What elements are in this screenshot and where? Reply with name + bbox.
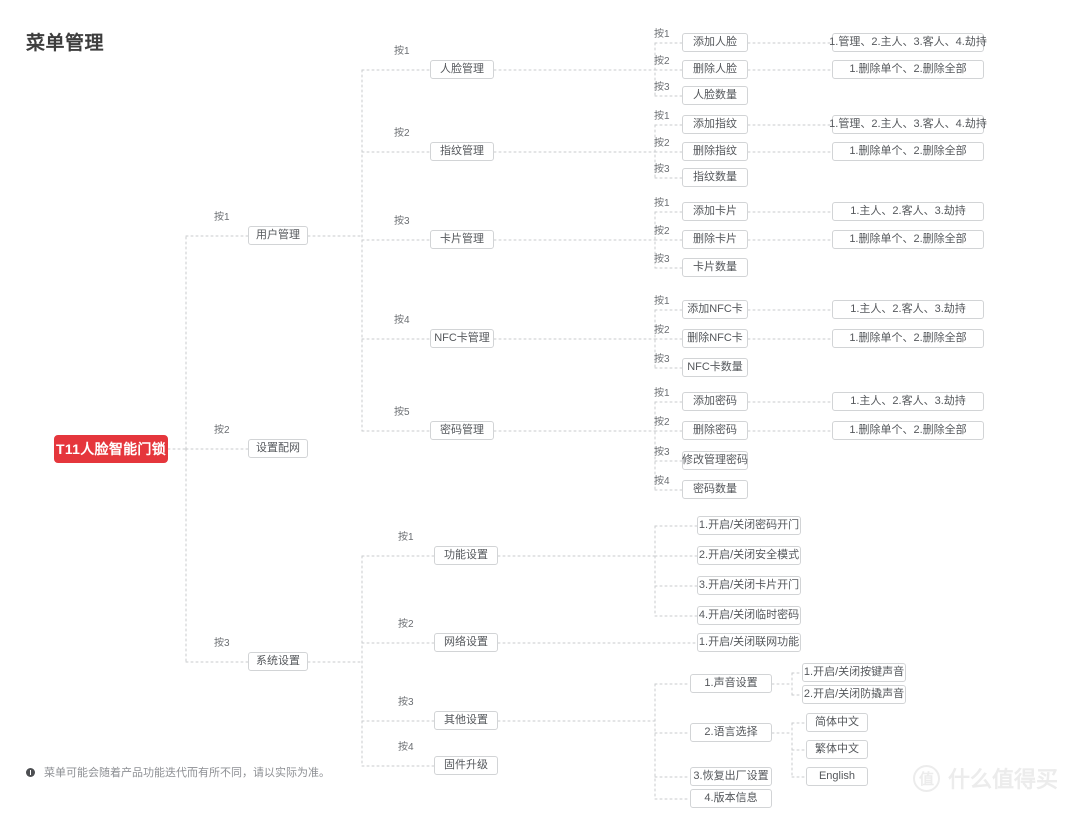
node-fingerprint-count[interactable]: 指纹数量 [682,168,748,187]
node-face-count[interactable]: 人脸数量 [682,86,748,105]
node-add-face[interactable]: 添加人脸 [682,33,748,52]
key-label-system-settings: 按3 [214,638,230,649]
node-add-nfc-card[interactable]: 添加NFC卡 [682,300,748,319]
node-language-simplified-chinese[interactable]: 简体中文 [806,713,868,732]
key-label-password-mgmt: 按5 [394,407,410,418]
key-label-delete-face: 按2 [654,56,670,67]
node-delete-fingerprint[interactable]: 删除指纹 [682,142,748,161]
node-password-count[interactable]: 密码数量 [682,480,748,499]
node-language-selection[interactable]: 2.语言选择 [690,723,772,742]
mindmap-canvas: 菜单管理 T11人脸智能门锁 按1 用户管理 按2 设置配网 按3 系统设置 按… [0,0,1080,814]
node-nfc-add-roles[interactable]: 1.主人、2.客人、3.劫持 [832,300,984,319]
node-sound-settings[interactable]: 1.声音设置 [690,674,772,693]
node-nfc-card-count[interactable]: NFC卡数量 [682,358,748,377]
node-fingerprint-delete-options[interactable]: 1.删除单个、2.删除全部 [832,142,984,161]
node-face-add-roles[interactable]: 1.管理、2.主人、3.客人、4.劫持 [829,33,987,52]
key-label-user-mgmt: 按1 [214,212,230,223]
node-toggle-tamper-sound[interactable]: 2.开启/关闭防撬声音 [802,685,906,704]
key-label-firmware-upgrade: 按4 [398,742,414,753]
node-factory-reset[interactable]: 3.恢复出厂设置 [690,767,772,786]
key-label-card-mgmt: 按3 [394,216,410,227]
node-function-settings[interactable]: 功能设置 [434,546,498,565]
key-label-delete-nfc: 按2 [654,325,670,336]
node-delete-face[interactable]: 删除人脸 [682,60,748,79]
key-label-add-password: 按1 [654,388,670,399]
key-label-password-count: 按4 [654,476,670,487]
key-label-add-card: 按1 [654,198,670,209]
node-card-delete-options[interactable]: 1.删除单个、2.删除全部 [832,230,984,249]
key-label-add-fingerprint: 按1 [654,111,670,122]
key-label-face-count: 按3 [654,82,670,93]
node-language-english[interactable]: English [806,767,868,786]
node-nfc-delete-options[interactable]: 1.删除单个、2.删除全部 [832,329,984,348]
node-face-delete-options[interactable]: 1.删除单个、2.删除全部 [832,60,984,79]
node-password-management[interactable]: 密码管理 [430,421,494,440]
key-label-delete-password: 按2 [654,417,670,428]
node-toggle-card-unlock[interactable]: 3.开启/关闭卡片开门 [697,576,801,595]
node-toggle-network-function[interactable]: 1.开启/关闭联网功能 [697,633,801,652]
node-add-fingerprint[interactable]: 添加指纹 [682,115,748,134]
node-password-delete-options[interactable]: 1.删除单个、2.删除全部 [832,421,984,440]
node-change-admin-password[interactable]: 修改管理密码 [682,451,748,470]
node-toggle-key-sound[interactable]: 1.开启/关闭按键声音 [802,663,906,682]
node-add-card[interactable]: 添加卡片 [682,202,748,221]
node-fingerprint-add-roles[interactable]: 1.管理、2.主人、3.客人、4.劫持 [829,115,987,134]
node-password-add-roles[interactable]: 1.主人、2.客人、3.劫持 [832,392,984,411]
key-label-nfc-count: 按3 [654,354,670,365]
key-label-change-admin-password: 按3 [654,447,670,458]
key-label-fingerprint-count: 按3 [654,164,670,175]
key-label-network-settings: 按2 [398,619,414,630]
node-language-traditional-chinese[interactable]: 繁体中文 [806,740,868,759]
key-label-delete-fingerprint: 按2 [654,138,670,149]
node-toggle-temp-password[interactable]: 4.开启/关闭临时密码 [697,606,801,625]
node-firmware-upgrade[interactable]: 固件升级 [434,756,498,775]
watermark-badge-icon: 值 [912,764,940,792]
node-delete-password[interactable]: 删除密码 [682,421,748,440]
footnote: 菜单可能会随着产品功能迭代而有所不同，请以实际为准。 [26,764,330,780]
node-add-password[interactable]: 添加密码 [682,392,748,411]
node-other-settings[interactable]: 其他设置 [434,711,498,730]
watermark: 值 什么值得买 [912,762,1058,794]
key-label-nfc-mgmt: 按4 [394,315,410,326]
node-nfc-management[interactable]: NFC卡管理 [430,329,494,348]
key-label-function-settings: 按1 [398,532,414,543]
node-face-management[interactable]: 人脸管理 [430,60,494,79]
key-label-add-nfc: 按1 [654,296,670,307]
key-label-face-mgmt: 按1 [394,46,410,57]
key-label-fingerprint-mgmt: 按2 [394,128,410,139]
node-delete-card[interactable]: 删除卡片 [682,230,748,249]
node-delete-nfc-card[interactable]: 删除NFC卡 [682,329,748,348]
root-node[interactable]: T11人脸智能门锁 [54,435,168,463]
info-icon [26,767,35,777]
key-label-other-settings: 按3 [398,697,414,708]
node-card-management[interactable]: 卡片管理 [430,230,494,249]
node-toggle-safe-mode[interactable]: 2.开启/关闭安全模式 [697,546,801,565]
node-card-count[interactable]: 卡片数量 [682,258,748,277]
key-label-network-setup: 按2 [214,425,230,436]
node-version-info[interactable]: 4.版本信息 [690,789,772,808]
page-title: 菜单管理 [26,33,105,54]
node-toggle-password-unlock[interactable]: 1.开启/关闭密码开门 [697,516,801,535]
node-user-management[interactable]: 用户管理 [248,226,308,245]
key-label-delete-card: 按2 [654,226,670,237]
footnote-text: 菜单可能会随着产品功能迭代而有所不同，请以实际为准。 [44,767,330,779]
watermark-text: 什么值得买 [947,767,1058,792]
node-fingerprint-management[interactable]: 指纹管理 [430,142,494,161]
node-card-add-roles[interactable]: 1.主人、2.客人、3.劫持 [832,202,984,221]
node-network-settings[interactable]: 网络设置 [434,633,498,652]
key-label-add-face: 按1 [654,29,670,40]
node-system-settings[interactable]: 系统设置 [248,652,308,671]
node-network-setup[interactable]: 设置配网 [248,439,308,458]
key-label-card-count: 按3 [654,254,670,265]
